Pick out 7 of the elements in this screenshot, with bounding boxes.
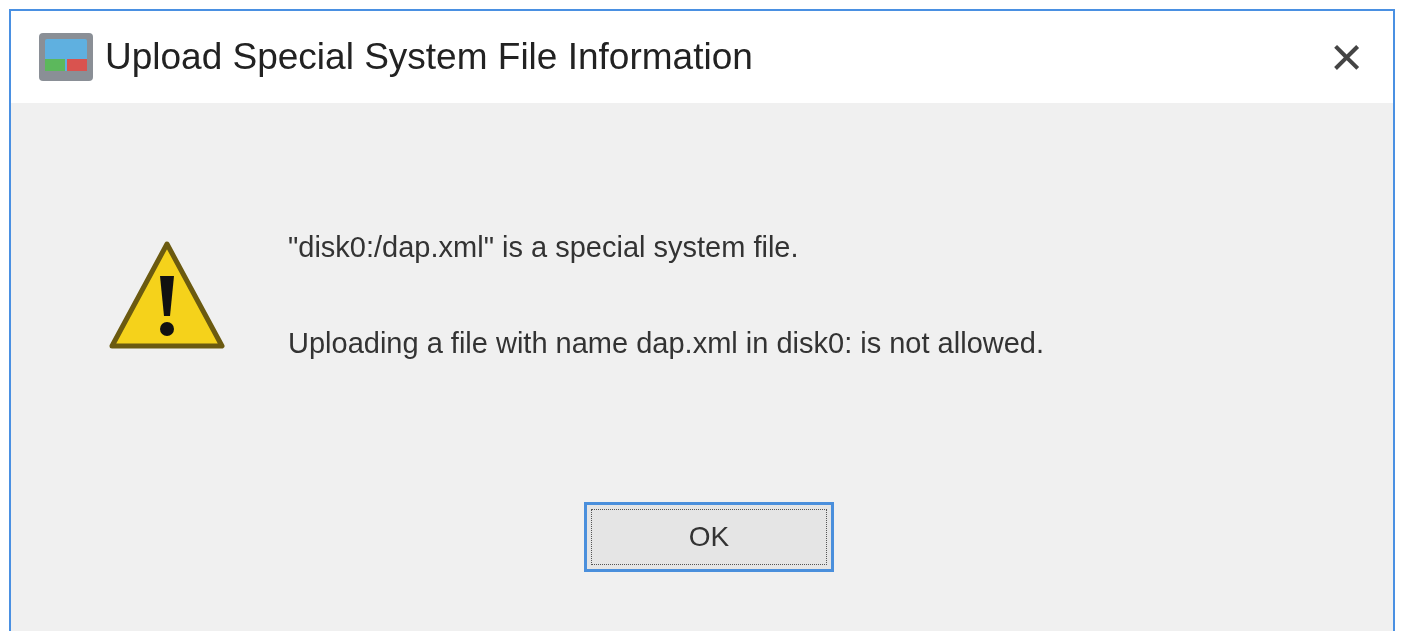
window-title: Upload Special System File Information [105, 35, 754, 80]
app-window-icon [37, 31, 95, 83]
close-button[interactable]: × [1330, 29, 1363, 85]
ok-button[interactable]: OK [584, 502, 834, 572]
message-text: Uploading a file with name dap.xml in disk0: is not allowed. [288, 326, 1044, 361]
warning-icon [108, 240, 226, 352]
message-text: "disk0:/dap.xml" is a special system file. [288, 230, 800, 265]
